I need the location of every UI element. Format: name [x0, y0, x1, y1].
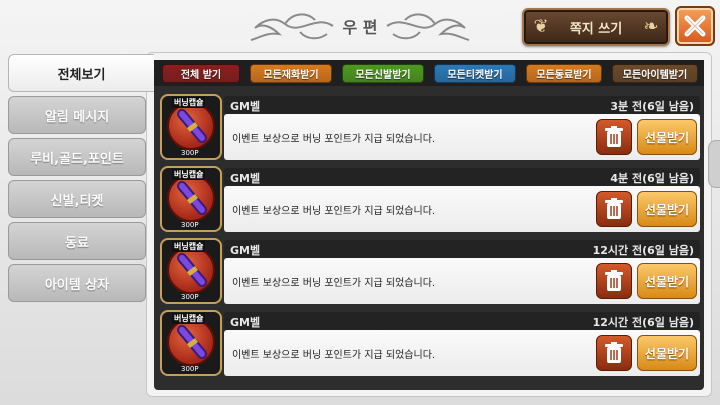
- page-title: 우 편: [342, 18, 378, 37]
- close-button[interactable]: [675, 6, 715, 46]
- mail-time: 3분 전(6일 남음): [610, 100, 694, 113]
- trash-icon: [605, 126, 623, 147]
- tab-all[interactable]: 전체보기: [8, 54, 154, 92]
- mail-sender: GM벨: [230, 100, 261, 113]
- mail-body: 이벤트 보상으로 버닝 포인트가 지급 되었습니다. 선물받기: [224, 258, 700, 304]
- receive-gift-label: 선물받기: [644, 346, 690, 361]
- item-thumbnail: 버닝캡슐 300P: [160, 166, 222, 232]
- item-price: 300P: [181, 149, 199, 157]
- receive-all-label: 전체 받기: [180, 70, 222, 81]
- item-thumbnail: 버닝캡슐 300P: [160, 238, 222, 304]
- receive-all-currency-label: 모든재화받기: [263, 70, 319, 81]
- item-price: 300P: [181, 221, 199, 229]
- receive-gift-button[interactable]: 선물받기: [637, 191, 697, 227]
- trash-icon: [605, 270, 623, 291]
- mailbox-screen: 우 편 ❦ 쪽지 쓰기 ❧ 전체보기 알림 메시지 루비,골드,포인트 신발,티…: [0, 0, 720, 405]
- mail-message: 이벤트 보상으로 버닝 포인트가 지급 되었습니다.: [232, 278, 436, 289]
- item-name: 버닝캡슐: [172, 97, 206, 108]
- tab-shoes-ticket-label: 신발,티켓: [50, 193, 104, 209]
- tab-companion-label: 동료: [65, 235, 89, 251]
- delete-button[interactable]: [596, 335, 632, 371]
- mail-message: 이벤트 보상으로 버닝 포인트가 지급 되었습니다.: [232, 134, 436, 145]
- receive-all-tickets-label: 모든티켓받기: [447, 70, 503, 81]
- write-note-button[interactable]: ❦ 쪽지 쓰기 ❧: [522, 8, 670, 46]
- ornament-right-icon: [386, 13, 470, 41]
- delete-button[interactable]: [596, 191, 632, 227]
- mail-sender: GM벨: [230, 244, 261, 257]
- mail-header: GM벨 4분 전(6일 남음): [224, 168, 700, 186]
- receive-gift-button[interactable]: 선물받기: [637, 263, 697, 299]
- tab-ruby-gold-point-label: 루비,골드,포인트: [30, 151, 124, 167]
- receive-gift-label: 선물받기: [644, 202, 690, 217]
- tab-item-box-label: 아이템 상자: [44, 277, 110, 293]
- mail-row: 버닝캡슐 300P GM벨 4분 전(6일 남음) 이벤트 보상으로 버닝 포인…: [160, 166, 700, 234]
- item-name: 버닝캡슐: [172, 241, 206, 252]
- mail-body: 이벤트 보상으로 버닝 포인트가 지급 되었습니다. 선물받기: [224, 330, 700, 376]
- filter-bar: 전체 받기 모든재화받기 모든신발받기 모든티켓받기 모든동료받기 모든아이템받…: [154, 60, 704, 86]
- trash-icon: [605, 198, 623, 219]
- receive-gift-label: 선물받기: [644, 130, 690, 145]
- tab-notifications[interactable]: 알림 메시지: [8, 96, 146, 134]
- item-thumbnail: 버닝캡슐 300P: [160, 310, 222, 376]
- scroll-handle[interactable]: [708, 140, 720, 188]
- mail-row: 버닝캡슐 300P GM벨 3분 전(6일 남음) 이벤트 보상으로 버닝 포인…: [160, 94, 700, 162]
- ornament-left-icon: [250, 13, 334, 41]
- mail-time: 12시간 전(6일 남음): [592, 316, 694, 329]
- mail-row: 버닝캡슐 300P GM벨 12시간 전(6일 남음) 이벤트 보상으로 버닝 …: [160, 310, 700, 378]
- mail-message: 이벤트 보상으로 버닝 포인트가 지급 되었습니다.: [232, 350, 436, 361]
- capsule-icon: [177, 325, 207, 359]
- mail-time: 12시간 전(6일 남음): [592, 244, 694, 257]
- tab-ruby-gold-point[interactable]: 루비,골드,포인트: [8, 138, 146, 176]
- mail-message: 이벤트 보상으로 버닝 포인트가 지급 되었습니다.: [232, 206, 436, 217]
- mail-row: 버닝캡슐 300P GM벨 12시간 전(6일 남음) 이벤트 보상으로 버닝 …: [160, 238, 700, 306]
- receive-all-button[interactable]: 전체 받기: [162, 64, 240, 83]
- mail-header: GM벨 3분 전(6일 남음): [224, 96, 700, 114]
- mail-header: GM벨 12시간 전(6일 남음): [224, 240, 700, 258]
- receive-all-items-button[interactable]: 모든아이템받기: [612, 64, 698, 83]
- mail-sender: GM벨: [230, 316, 261, 329]
- receive-gift-button[interactable]: 선물받기: [637, 119, 697, 155]
- title-bar: 우 편 ❦ 쪽지 쓰기 ❧: [0, 0, 720, 52]
- mail-list: 전체 받기 모든재화받기 모든신발받기 모든티켓받기 모든동료받기 모든아이템받…: [154, 60, 704, 390]
- receive-all-items-label: 모든아이템받기: [622, 70, 688, 81]
- mail-sender: GM벨: [230, 172, 261, 185]
- mail-header: GM벨 12시간 전(6일 남음): [224, 312, 700, 330]
- receive-all-shoes-button[interactable]: 모든신발받기: [342, 64, 424, 83]
- flourish-right-icon: ❧: [643, 16, 659, 37]
- delete-button[interactable]: [596, 263, 632, 299]
- item-name: 버닝캡슐: [172, 169, 206, 180]
- write-note-label: 쪽지 쓰기: [569, 21, 623, 37]
- capsule-icon: [177, 109, 207, 143]
- tab-notifications-label: 알림 메시지: [44, 109, 110, 125]
- tab-companion[interactable]: 동료: [8, 222, 146, 260]
- capsule-icon: [177, 253, 207, 287]
- tab-shoes-ticket[interactable]: 신발,티켓: [8, 180, 146, 218]
- receive-gift-label: 선물받기: [644, 274, 690, 289]
- receive-all-companions-label: 모든동료받기: [536, 70, 592, 81]
- trash-icon: [605, 342, 623, 363]
- flourish-left-icon: ❦: [533, 16, 549, 37]
- mail-body: 이벤트 보상으로 버닝 포인트가 지급 되었습니다. 선물받기: [224, 114, 700, 160]
- receive-all-currency-button[interactable]: 모든재화받기: [250, 64, 332, 83]
- capsule-icon: [177, 181, 207, 215]
- receive-gift-button[interactable]: 선물받기: [637, 335, 697, 371]
- delete-button[interactable]: [596, 119, 632, 155]
- receive-all-companions-button[interactable]: 모든동료받기: [526, 64, 602, 83]
- item-thumbnail: 버닝캡슐 300P: [160, 94, 222, 160]
- receive-all-tickets-button[interactable]: 모든티켓받기: [434, 64, 516, 83]
- tab-item-box[interactable]: 아이템 상자: [8, 264, 146, 302]
- tab-all-label: 전체보기: [57, 67, 106, 83]
- item-name: 버닝캡슐: [172, 313, 206, 324]
- mail-time: 4분 전(6일 남음): [610, 172, 694, 185]
- item-price: 300P: [181, 293, 199, 301]
- item-price: 300P: [181, 365, 199, 373]
- close-icon: [684, 15, 706, 37]
- mail-body: 이벤트 보상으로 버닝 포인트가 지급 되었습니다. 선물받기: [224, 186, 700, 232]
- receive-all-shoes-label: 모든신발받기: [355, 70, 411, 81]
